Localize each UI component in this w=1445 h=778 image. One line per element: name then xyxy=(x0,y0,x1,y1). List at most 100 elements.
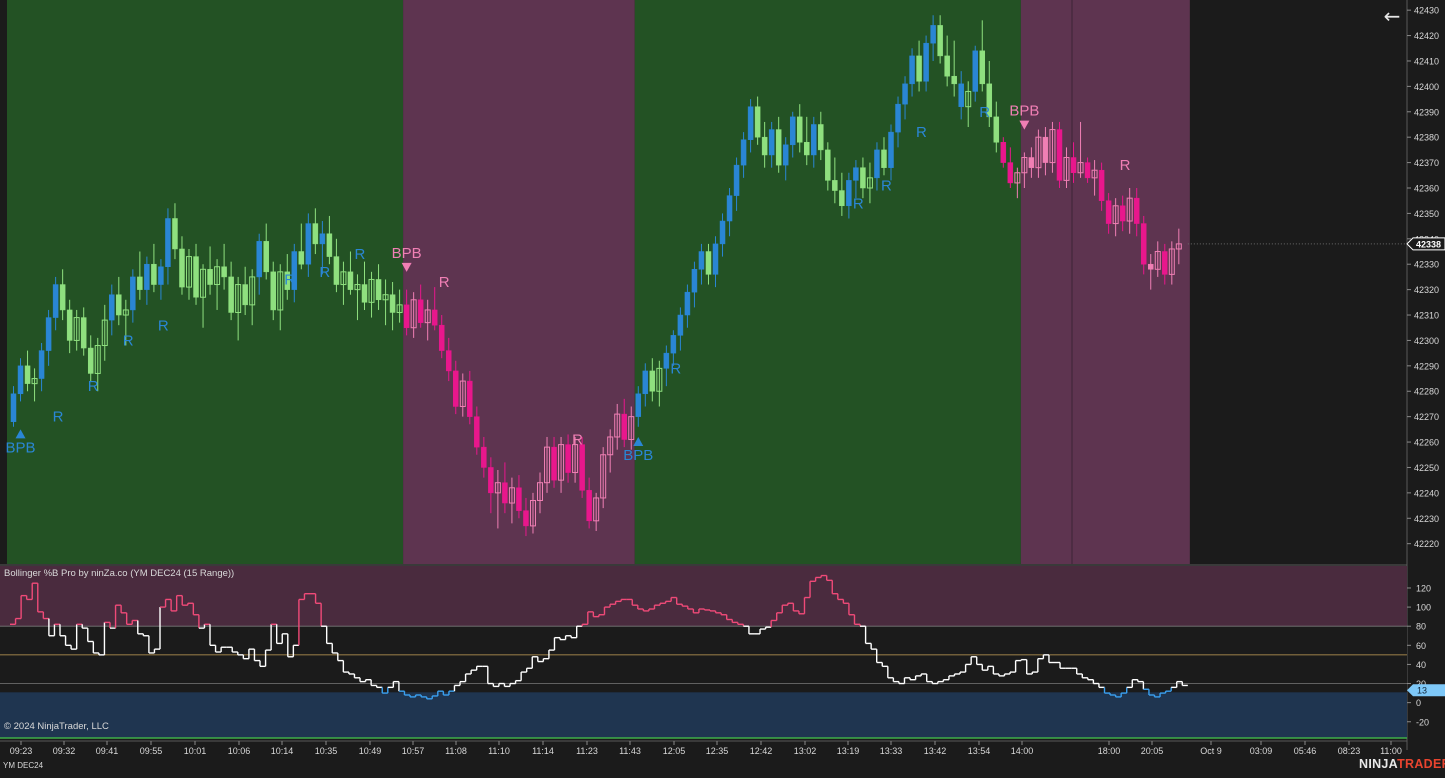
time-tick-label: 11:43 xyxy=(619,746,641,756)
time-tick-label: 11:08 xyxy=(445,746,467,756)
candle-body xyxy=(467,380,473,417)
candle-body xyxy=(895,103,901,133)
signal-label-r: R xyxy=(881,178,892,195)
price-tick-label: 42430 xyxy=(1414,6,1439,16)
candle-body xyxy=(488,467,494,494)
chart-area[interactable]: BPB R R R R R R R BPB R R BPB R R R R R BPB R 42220 42230 422… xyxy=(0,0,1445,773)
candle-body xyxy=(516,487,522,511)
candle-body xyxy=(80,317,87,349)
time-tick-label: 10:14 xyxy=(271,746,294,756)
price-tick-label: 42300 xyxy=(1414,336,1439,346)
candle-body xyxy=(1056,129,1063,181)
candle-body xyxy=(1140,223,1147,265)
candle-body xyxy=(909,55,915,85)
candle-body xyxy=(1000,142,1007,163)
candle-body xyxy=(642,370,649,395)
osc-tick-label: 80 xyxy=(1416,622,1426,632)
candle-body xyxy=(874,149,880,179)
candle-body xyxy=(888,131,894,168)
candle-body xyxy=(677,314,684,336)
candle-body xyxy=(221,266,227,278)
price-chart[interactable]: BPBRRRRR RR BPBRRBPBRRRRR BPBR4222042230422… xyxy=(0,0,1445,773)
price-tick-label: 42350 xyxy=(1414,209,1439,219)
candle-body xyxy=(1162,251,1168,275)
candle-body xyxy=(1119,205,1126,222)
candle-body xyxy=(109,294,115,321)
candle-body xyxy=(151,263,157,285)
instrument-label: YM DEC24 xyxy=(3,761,44,770)
candle-body xyxy=(305,223,312,265)
candle-body xyxy=(958,83,964,107)
brand-text-trader: TRADER xyxy=(1397,757,1445,771)
candle-body xyxy=(523,510,529,527)
candle-body xyxy=(923,42,929,82)
osc-tick-label: 0 xyxy=(1416,698,1421,708)
time-tick-label: 09:55 xyxy=(140,746,163,756)
candle-body xyxy=(130,276,136,311)
time-tick-label: 03:09 xyxy=(1250,746,1273,756)
candle-body xyxy=(298,251,305,265)
candle-body xyxy=(375,279,382,301)
price-tick-label: 42420 xyxy=(1414,31,1439,41)
candle-body xyxy=(333,256,340,285)
candle-body xyxy=(768,129,775,156)
candle-body xyxy=(1147,263,1154,270)
candle-body xyxy=(1133,197,1140,224)
candle-body xyxy=(754,106,761,138)
candle-body xyxy=(312,223,319,245)
candle-body xyxy=(937,25,943,57)
candle-body xyxy=(621,413,627,440)
price-tick-label: 42290 xyxy=(1414,361,1439,371)
candle-body xyxy=(403,304,410,328)
candle-body xyxy=(1105,200,1112,224)
candle-body xyxy=(551,446,557,481)
candle-body xyxy=(1084,162,1091,179)
candle-body xyxy=(1098,169,1105,201)
price-tick-label: 42240 xyxy=(1414,488,1439,498)
arrow-left-icon[interactable]: ← xyxy=(1380,4,1404,28)
candle-body xyxy=(761,136,768,156)
time-tick-label: 13:33 xyxy=(880,746,903,756)
candle-body xyxy=(17,365,24,395)
candle-body xyxy=(796,116,803,143)
candle-body xyxy=(930,25,936,44)
candle-body xyxy=(59,284,66,311)
candle-body xyxy=(10,393,17,422)
candle-body xyxy=(747,106,754,140)
time-tick-label: 11:23 xyxy=(576,746,598,756)
candle-body xyxy=(972,50,978,92)
price-tick-label: 42330 xyxy=(1414,260,1439,270)
candle-body xyxy=(66,309,73,341)
candle-body xyxy=(453,370,459,407)
signal-label-bpb: BPB xyxy=(392,245,422,262)
time-tick-label: 10:01 xyxy=(184,746,207,756)
time-tick-label: Oct 9 xyxy=(1200,746,1222,756)
price-tick-label: 42410 xyxy=(1414,56,1439,66)
candle-body xyxy=(319,233,326,245)
time-tick-label: 11:14 xyxy=(532,746,554,756)
signal-label-r: R xyxy=(1120,157,1131,174)
candle-body xyxy=(698,251,705,270)
current-price-label: 42338 xyxy=(1416,239,1441,249)
time-tick-label: 11:10 xyxy=(488,746,510,756)
price-tick-label: 42360 xyxy=(1414,184,1439,194)
signal-label-r: R xyxy=(572,432,583,449)
candle-body xyxy=(565,444,571,473)
candle-body xyxy=(705,251,712,275)
time-tick-label: 13:54 xyxy=(968,746,991,756)
signal-label-bpb: BPB xyxy=(1009,103,1039,120)
candle-body xyxy=(137,276,143,290)
candle-body xyxy=(361,284,368,303)
signal-label-r: R xyxy=(439,274,450,291)
candle-body xyxy=(733,164,740,196)
candle-body xyxy=(811,124,817,156)
candle-body xyxy=(45,317,52,351)
candle-body xyxy=(445,350,452,372)
oscillator-panel: -2002040608010012013 xyxy=(0,566,1445,739)
candle-body xyxy=(116,294,122,316)
signal-label-r: R xyxy=(123,333,134,350)
candle-body xyxy=(979,50,986,85)
candle-body xyxy=(172,218,178,250)
candle-body xyxy=(347,271,354,290)
candle-body xyxy=(326,233,333,257)
